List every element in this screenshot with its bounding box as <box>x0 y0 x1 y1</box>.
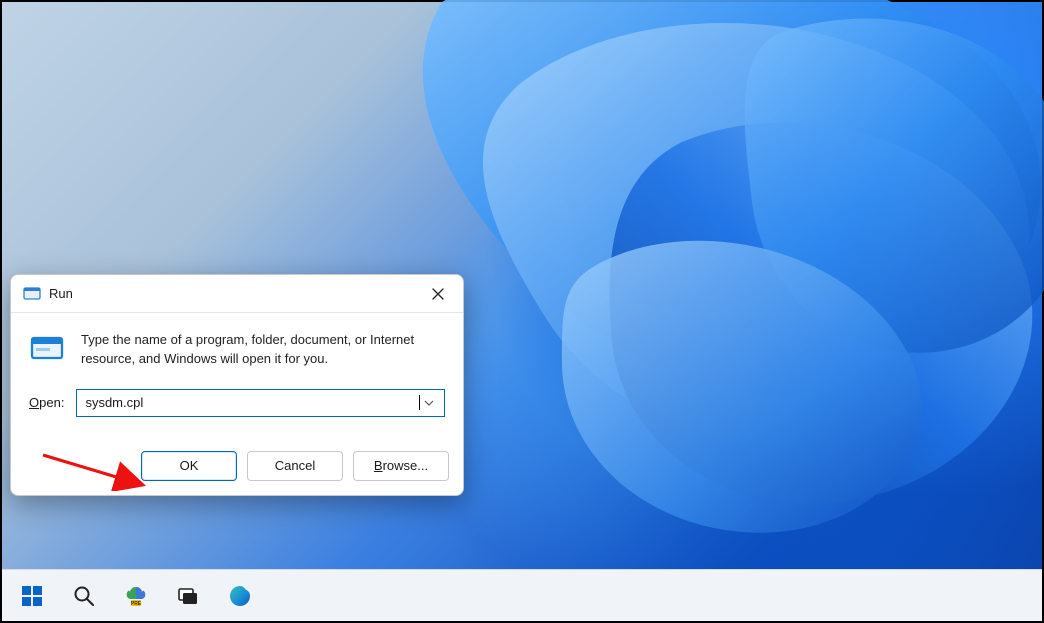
chevron-down-icon[interactable] <box>420 398 438 408</box>
start-button[interactable] <box>16 580 48 612</box>
titlebar[interactable]: Run <box>11 275 463 313</box>
dialog-description: Type the name of a program, folder, docu… <box>81 331 421 369</box>
close-icon <box>432 288 444 300</box>
open-label: Open: <box>29 395 64 410</box>
office-pre-icon: PRE <box>124 584 148 608</box>
ok-button[interactable]: OK <box>141 451 237 481</box>
dialog-title: Run <box>49 286 73 301</box>
edge-icon <box>228 584 252 608</box>
task-view-icon <box>176 584 200 608</box>
search-button[interactable] <box>68 580 100 612</box>
open-input-value[interactable]: sysdm.cpl <box>85 395 419 410</box>
office-pre-button[interactable]: PRE <box>120 580 152 612</box>
close-button[interactable] <box>423 279 453 309</box>
taskbar: PRE <box>2 569 1042 621</box>
windows-start-icon <box>20 584 44 608</box>
run-dialog: Run Type the name of a program, folder, … <box>10 274 464 496</box>
open-combobox[interactable]: sysdm.cpl <box>76 389 445 417</box>
cancel-button[interactable]: Cancel <box>247 451 343 481</box>
edge-button[interactable] <box>224 580 256 612</box>
svg-text:PRE: PRE <box>131 601 142 607</box>
button-row: OK Cancel Browse... <box>11 425 463 495</box>
run-titlebar-icon <box>23 285 41 303</box>
task-view-button[interactable] <box>172 580 204 612</box>
dialog-content: Type the name of a program, folder, docu… <box>11 313 463 375</box>
search-icon <box>72 584 96 608</box>
open-row: Open: sysdm.cpl <box>11 375 463 425</box>
browse-button[interactable]: Browse... <box>353 451 449 481</box>
run-icon <box>29 331 65 367</box>
